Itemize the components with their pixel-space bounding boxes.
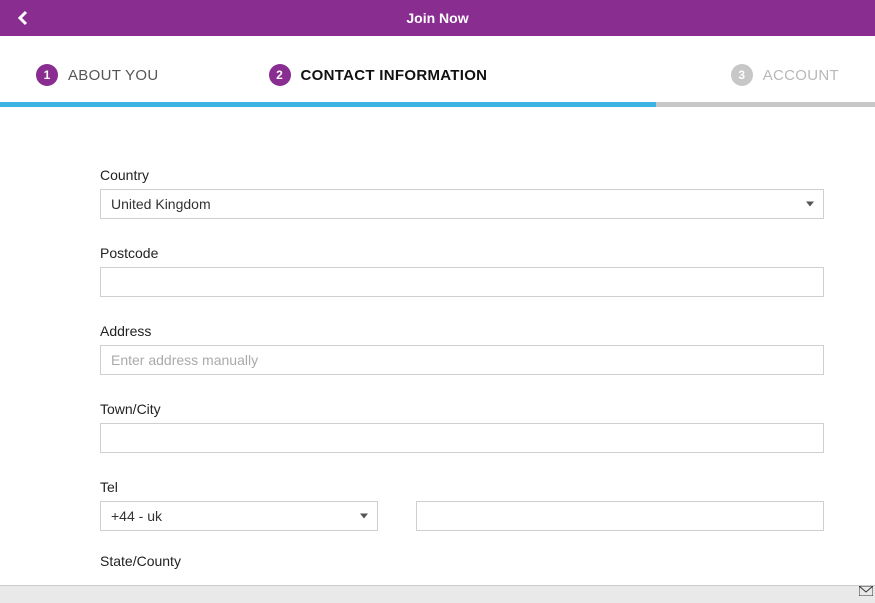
step-contact-information[interactable]: 2 CONTACT INFORMATION xyxy=(269,64,488,86)
step-about-you[interactable]: 1 ABOUT YOU xyxy=(36,64,159,86)
country-select-wrap: United Kingdom xyxy=(100,189,824,219)
state-label: State/County xyxy=(100,553,824,569)
town-input[interactable] xyxy=(100,423,824,453)
step-number-2: 2 xyxy=(269,64,291,86)
back-button[interactable] xyxy=(16,10,32,26)
tel-number-wrap xyxy=(416,501,824,531)
tel-code-select[interactable]: +44 - uk xyxy=(100,501,378,531)
address-label: Address xyxy=(100,323,824,339)
step-label-3: ACCOUNT xyxy=(763,67,839,84)
step-label-1: ABOUT YOU xyxy=(68,67,159,84)
postcode-input[interactable] xyxy=(100,267,824,297)
progress-completed xyxy=(0,102,656,107)
bottom-strip xyxy=(0,585,875,603)
postcode-label: Postcode xyxy=(100,245,824,261)
field-group-country: Country United Kingdom xyxy=(100,167,824,219)
country-select[interactable]: United Kingdom xyxy=(100,189,824,219)
step-number-3: 3 xyxy=(731,64,753,86)
field-group-town: Town/City xyxy=(100,401,824,453)
tel-row: +44 - uk xyxy=(100,501,824,531)
step-account: 3 ACCOUNT xyxy=(731,64,839,86)
field-group-state: State/County xyxy=(100,553,824,569)
step-label-2: CONTACT INFORMATION xyxy=(301,67,488,84)
mail-icon[interactable] xyxy=(859,583,873,601)
chevron-left-icon xyxy=(16,10,32,26)
page-title: Join Now xyxy=(0,10,875,26)
header-bar: Join Now xyxy=(0,0,875,36)
address-input[interactable] xyxy=(100,345,824,375)
progress-bar xyxy=(0,102,875,107)
field-group-tel: Tel +44 - uk xyxy=(100,479,824,531)
tel-label: Tel xyxy=(100,479,824,495)
content-area: 1 ABOUT YOU 2 CONTACT INFORMATION 3 ACCO… xyxy=(0,36,875,603)
step-number-1: 1 xyxy=(36,64,58,86)
progress-remaining xyxy=(656,102,875,107)
field-group-postcode: Postcode xyxy=(100,245,824,297)
step-indicator: 1 ABOUT YOU 2 CONTACT INFORMATION 3 ACCO… xyxy=(0,36,875,102)
field-group-address: Address xyxy=(100,323,824,375)
town-label: Town/City xyxy=(100,401,824,417)
tel-code-select-wrap: +44 - uk xyxy=(100,501,378,531)
country-label: Country xyxy=(100,167,824,183)
form: Country United Kingdom Postcode Address … xyxy=(0,107,860,569)
tel-number-input[interactable] xyxy=(416,501,824,531)
